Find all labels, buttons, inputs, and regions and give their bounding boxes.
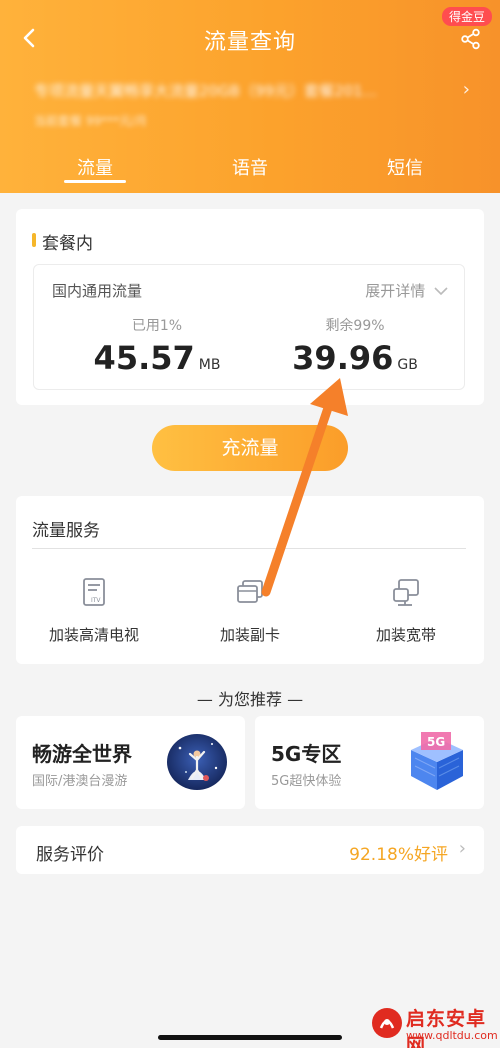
recommend-card-roaming[interactable]: 畅游全世界 国际/港澳台漫游 xyxy=(16,716,245,809)
used-stat: 已用1% 45.57 MB xyxy=(82,315,232,377)
tab-sms[interactable]: 短信 xyxy=(345,154,465,180)
service-item-broadband[interactable]: 加装宽带 xyxy=(336,576,476,645)
services-divider xyxy=(32,548,466,549)
share-icon[interactable] xyxy=(460,28,482,50)
used-unit: MB xyxy=(198,357,221,373)
sim-label: 加装副卡 xyxy=(219,626,280,644)
recommend-card-5g[interactable]: 5G专区 5G超快体验 5G xyxy=(255,716,484,809)
page-title: 流量查询 xyxy=(203,30,296,55)
roaming-name: 畅游全世界 xyxy=(32,742,132,766)
used-value: 45.57 xyxy=(93,339,195,377)
home-indicator[interactable] xyxy=(158,1035,342,1040)
plan-name[interactable]: 专项流量天翼畅享大流量20GB（99元）套餐201... xyxy=(34,80,377,101)
rating-label: 服务评价 xyxy=(36,845,104,865)
active-tab-indicator xyxy=(64,180,126,183)
travel-illustration xyxy=(167,734,227,790)
chevron-down-icon xyxy=(434,287,448,296)
used-label: 已用1% xyxy=(131,318,183,334)
tab-data[interactable]: 流量 xyxy=(35,154,155,180)
remaining-stat: 剩余99% 39.96 GB xyxy=(280,315,430,377)
tab-voice[interactable]: 语音 xyxy=(190,154,310,180)
itv-icon: ITV xyxy=(83,578,105,606)
remaining-unit: GB xyxy=(397,357,418,373)
package-card: 套餐内 国内通用流量 展开详情 已用1% 45.57 MB 剩余99% 39.96… xyxy=(16,209,484,405)
section-marker xyxy=(32,233,36,247)
watermark-logo-icon xyxy=(372,1008,402,1038)
usage-tabs: 流量 语音 短信 xyxy=(0,150,500,190)
watermark-url: www.qdltdu.com xyxy=(406,1029,498,1042)
roaming-desc: 国际/港澳台漫游 xyxy=(32,774,128,789)
broadband-icon xyxy=(393,579,419,606)
5g-desc: 5G超快体验 xyxy=(271,774,342,789)
5g-name: 5G专区 xyxy=(271,742,342,766)
sim-card-icon xyxy=(237,580,263,603)
remaining-value: 39.96 xyxy=(292,339,394,377)
broadband-label: 加装宽带 xyxy=(375,626,436,644)
site-watermark: 启东安卓网 www.qdltdu.com xyxy=(366,1002,498,1048)
service-rating-row[interactable]: 服务评价 92.18%好评 › xyxy=(16,826,484,874)
data-services-card: 流量服务 ITV 加装高清电视 加装副卡 加装宽带 xyxy=(16,496,484,664)
package-section-title: 套餐内 xyxy=(42,234,93,254)
expand-details-button[interactable]: 展开详情 xyxy=(365,280,448,301)
service-item-sim[interactable]: 加装副卡 xyxy=(180,576,320,645)
recommend-title: — 为您推荐 — xyxy=(196,690,304,709)
domestic-data-title: 国内通用流量 xyxy=(52,282,143,300)
svg-text:ITV: ITV xyxy=(91,597,101,604)
remaining-label: 剩余99% xyxy=(325,318,385,334)
recharge-data-button[interactable]: 充流量 xyxy=(152,425,348,471)
services-title: 流量服务 xyxy=(32,521,100,541)
service-item-itv[interactable]: ITV 加装高清电视 xyxy=(24,576,164,645)
rating-value: 92.18%好评 xyxy=(349,845,448,865)
plan-subtitle: 当前套餐 99***元/月 xyxy=(34,114,148,128)
chevron-right-icon: › xyxy=(458,838,466,859)
plan-chevron-icon[interactable]: › xyxy=(463,79,470,100)
itv-label: 加装高清电视 xyxy=(48,626,139,644)
header: 得金豆 流量查询 专项流量天翼畅享大流量20GB（99元）套餐201... › … xyxy=(0,0,500,193)
5g-cube-illustration: 5G xyxy=(411,732,463,790)
svg-text:5G: 5G xyxy=(427,735,445,749)
domestic-data-panel: 国内通用流量 展开详情 已用1% 45.57 MB 剩余99% 39.96 GB xyxy=(33,264,465,390)
expand-details-label: 展开详情 xyxy=(365,282,426,300)
